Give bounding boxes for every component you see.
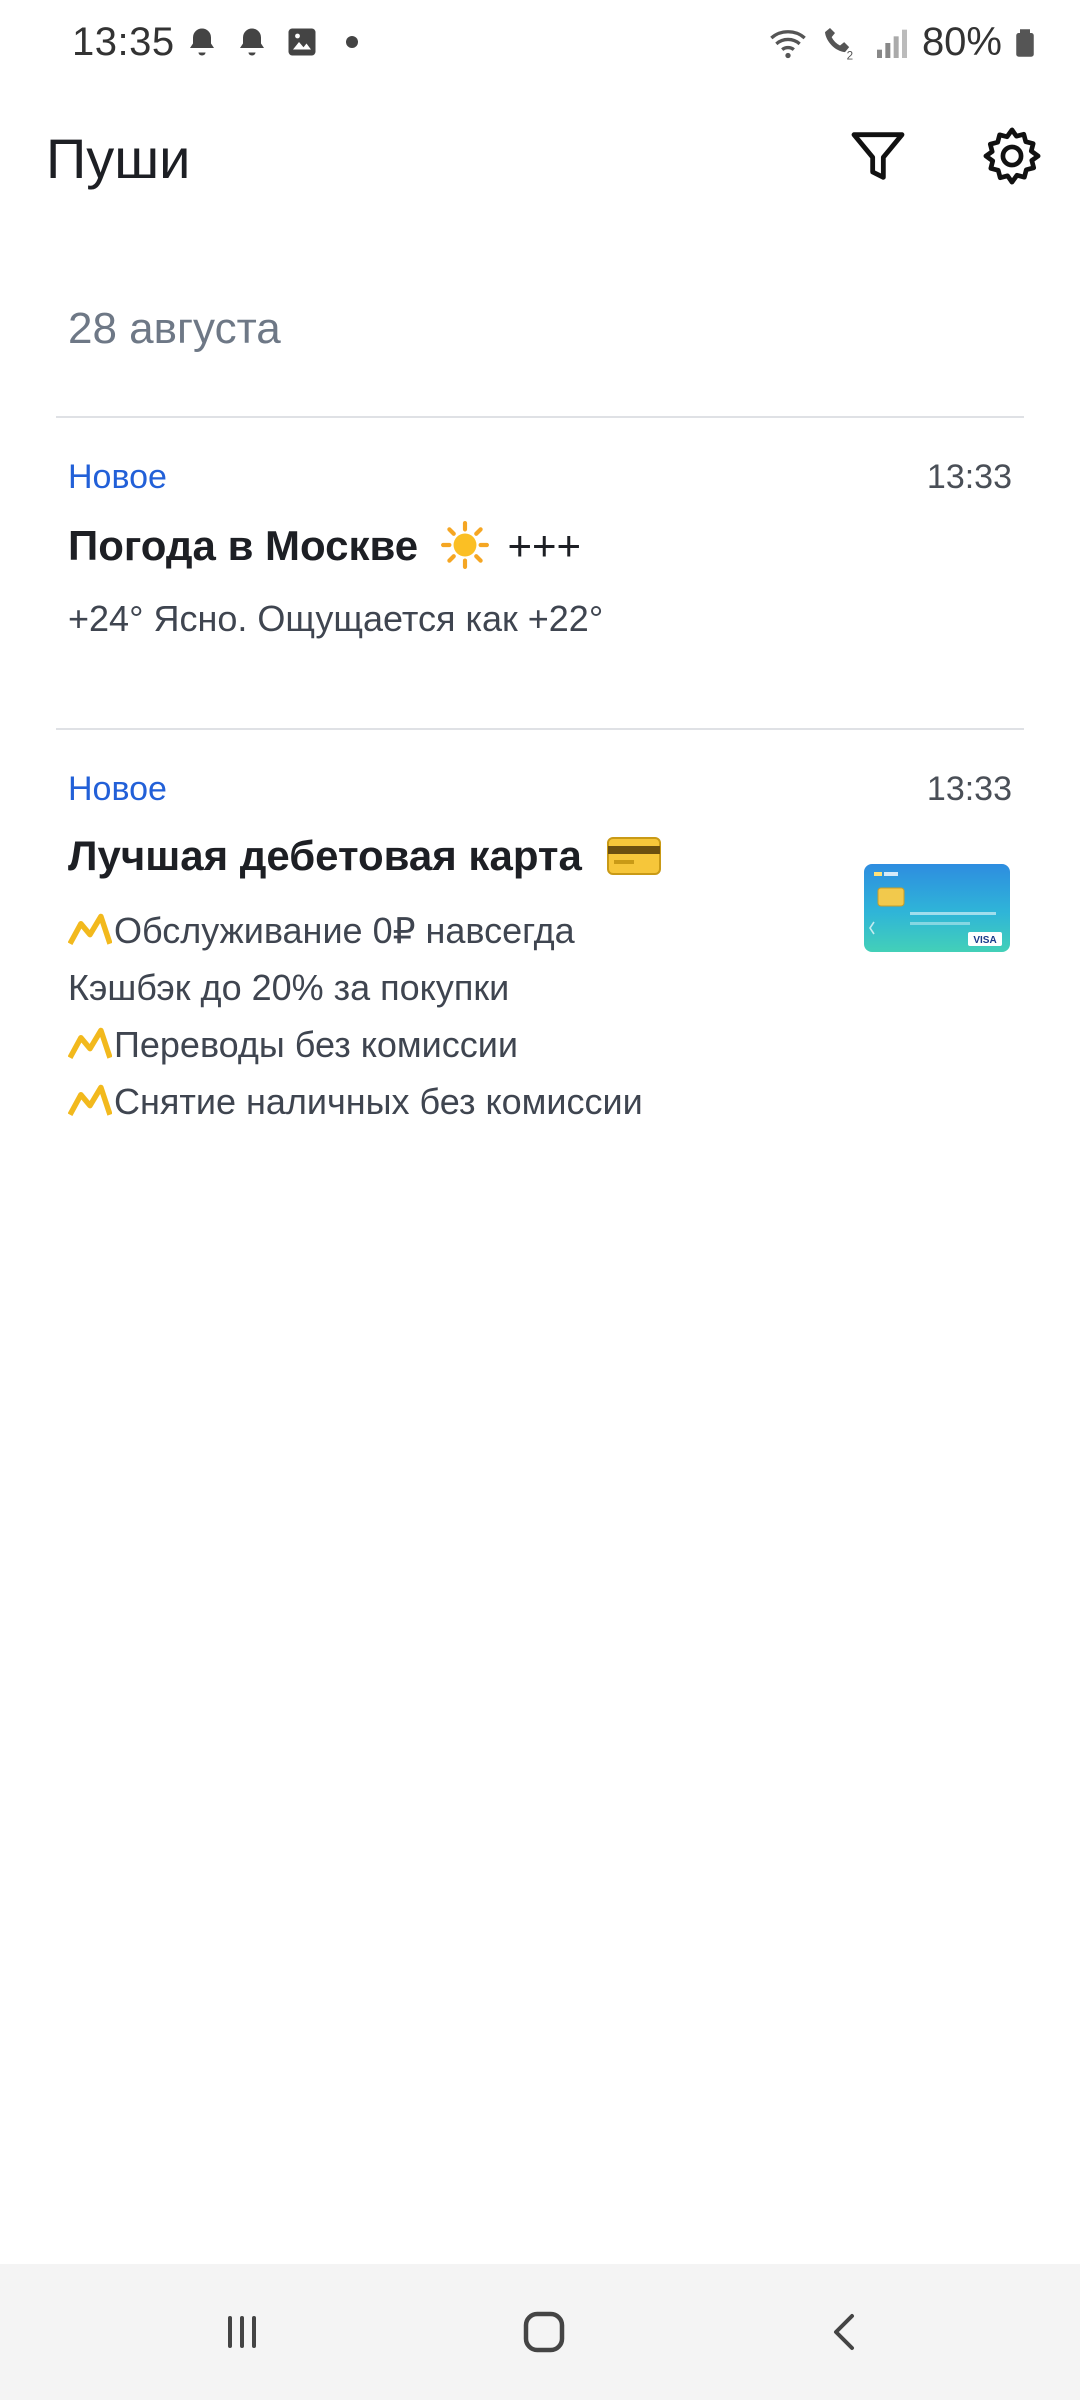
body-line: +24° Ясно. Ощущается как +22° xyxy=(68,598,604,639)
chart-increasing-icon xyxy=(68,913,112,945)
app-bar: Пуши xyxy=(0,100,1080,212)
filter-icon xyxy=(851,132,905,180)
navigation-bar xyxy=(0,2264,1080,2400)
notification-time: 13:33 xyxy=(926,770,1012,808)
notification-title-text: Погода в Москве xyxy=(68,522,419,569)
recents-icon xyxy=(228,2316,256,2348)
notification-title-suffix: +++ xyxy=(507,522,582,569)
gear-icon xyxy=(983,127,1041,185)
svg-text:2: 2 xyxy=(847,49,853,62)
notification-card-weather[interactable]: Новое 13:33 Погода в Москве +++ +24° Ясн… xyxy=(0,418,1080,728)
body-line: Обслуживание 0₽ навсегда xyxy=(68,902,643,959)
new-badge: Новое xyxy=(68,458,167,496)
battery-icon xyxy=(1016,28,1034,57)
back-icon xyxy=(834,2314,854,2350)
status-bar: 13:35 2 80% xyxy=(0,0,1080,88)
wifi-icon xyxy=(770,29,806,58)
recents-button[interactable] xyxy=(202,2294,282,2370)
home-icon xyxy=(523,2311,565,2353)
settings-button[interactable] xyxy=(974,118,1050,194)
body-line-text: Переводы без комиссии xyxy=(114,1024,518,1065)
chart-increasing-icon xyxy=(68,1084,112,1116)
home-button[interactable] xyxy=(504,2294,584,2370)
alarm-icon xyxy=(190,28,214,56)
notification-thumbnail: VISA xyxy=(864,864,1010,952)
chart-increasing-icon xyxy=(68,1027,112,1059)
status-right-icons: 2 80% xyxy=(766,20,1040,65)
back-button[interactable] xyxy=(806,2294,886,2370)
signal-icon xyxy=(876,29,907,58)
volte-call-icon: 2 xyxy=(824,27,853,62)
status-left-icons xyxy=(184,24,370,60)
bank-card-image: VISA xyxy=(869,872,1002,946)
body-line: Кэшбэк до 20% за покупки xyxy=(68,959,643,1016)
body-line-text: Кэшбэк до 20% за покупки xyxy=(68,967,510,1008)
page-title: Пуши xyxy=(46,127,191,190)
date-header: 28 августа xyxy=(68,304,281,353)
body-line: Снятие наличных без комиссии xyxy=(68,1073,643,1130)
dot-icon xyxy=(346,36,358,48)
body-line: Переводы без комиссии xyxy=(68,1016,643,1073)
alarm-icon xyxy=(240,28,264,56)
notification-body: Обслуживание 0₽ навсегда Кэшбэк до 20% з… xyxy=(68,902,643,1130)
notification-title: Лучшая дебетовая карта xyxy=(68,832,662,880)
notification-title-text: Лучшая дебетовая карта xyxy=(68,832,582,879)
new-badge: Новое xyxy=(68,770,167,808)
image-notification-icon xyxy=(288,28,316,56)
notification-time: 13:33 xyxy=(926,458,1012,496)
body-line-text: Снятие наличных без комиссии xyxy=(114,1081,643,1122)
filter-button[interactable] xyxy=(840,118,916,194)
notification-title: Погода в Москве +++ xyxy=(68,520,581,570)
credit-card-icon xyxy=(606,837,661,875)
body-line-text: Обслуживание 0₽ навсегда xyxy=(114,910,575,951)
status-time: 13:35 xyxy=(72,20,175,64)
battery-percentage: 80% xyxy=(921,20,1002,64)
sun-icon xyxy=(440,521,489,569)
notification-body: +24° Ясно. Ощущается как +22° xyxy=(68,590,603,647)
card-brand-text: VISA xyxy=(973,935,996,946)
